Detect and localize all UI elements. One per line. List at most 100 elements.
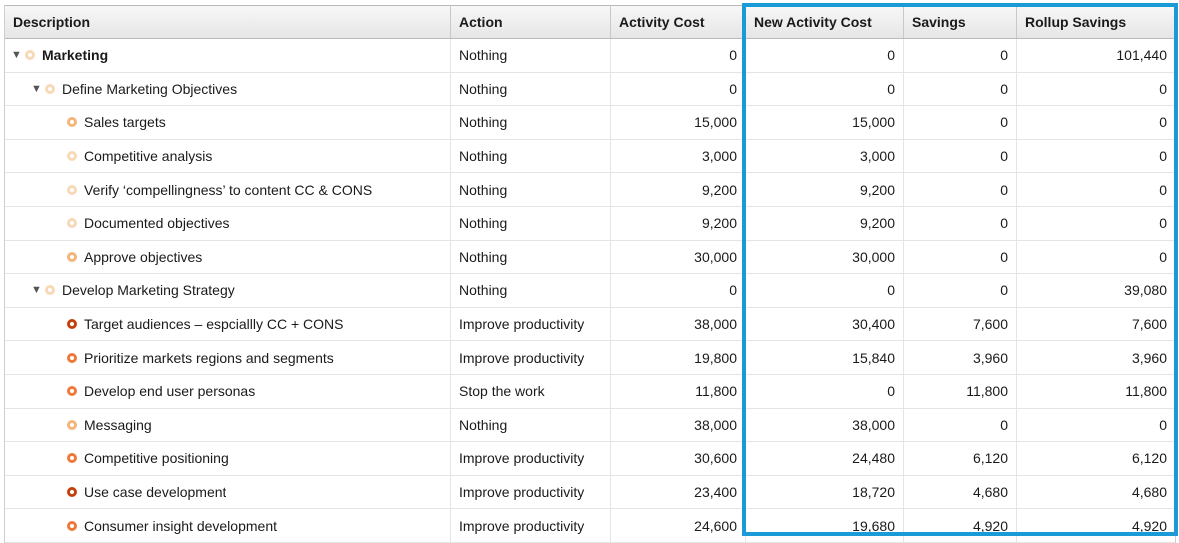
description-label: Competitive analysis <box>84 148 213 165</box>
cell-new-activity-cost[interactable]: 0 <box>746 274 904 307</box>
cell-savings: 0 <box>904 206 1017 240</box>
cell-description: Approve objectives <box>5 240 451 274</box>
table-row[interactable]: Develop end user personas Stop the work 11… <box>5 374 1175 409</box>
cell-description: Documented objectives <box>5 206 451 240</box>
cell-savings: 0 <box>904 274 1017 307</box>
cell-rollup-savings: 0 <box>1159 416 1167 433</box>
cell-description: ▼ Define Marketing Objectives <box>5 72 451 106</box>
cell-new-activity-cost[interactable]: 30,400 <box>746 307 904 341</box>
cell-savings: 6,120 <box>904 442 1017 475</box>
cell-action[interactable]: Nothing <box>451 274 611 307</box>
cell-rollup-savings: 7,600 <box>1131 316 1167 333</box>
cell-savings: 7,600 <box>904 307 1017 341</box>
table-row[interactable]: Competitive analysis Nothing 3,000 3,000 0 0 <box>5 139 1175 174</box>
table-row[interactable]: Target audiences – espciallly CC + CONS I… <box>5 307 1175 342</box>
cell-description: ▼ Marketing <box>5 39 451 72</box>
column-header-activity-cost[interactable]: Activity Cost <box>611 6 746 38</box>
expand-toggle-icon[interactable]: ▼ <box>11 49 25 61</box>
column-header-new-activity-cost[interactable]: New Activity Cost <box>746 6 904 38</box>
cell-action[interactable]: Nothing <box>451 106 611 139</box>
expand-toggle-icon[interactable]: ▼ <box>31 284 45 296</box>
cell-description: Sales targets <box>5 106 451 139</box>
cell-new-activity-cost[interactable]: 24,480 <box>746 442 904 475</box>
cell-activity-cost: 24,600 <box>611 509 746 542</box>
cell-new-activity-cost[interactable]: 19,680 <box>746 509 904 542</box>
column-header-action[interactable]: Action <box>451 6 611 38</box>
table-row[interactable]: Verify ‘compellingness’ to content CC & … <box>5 173 1175 207</box>
cell-new-activity-cost[interactable]: 9,200 <box>746 206 904 240</box>
table-row[interactable]: ▼ Develop Marketing Strategy Nothing 0 0 0 39,… <box>5 274 1175 308</box>
cell-description: Verify ‘compellingness’ to content CC & … <box>5 173 451 206</box>
cell-new-activity-cost[interactable]: 15,840 <box>746 341 904 374</box>
cell-new-activity-cost[interactable]: 15,000 <box>746 106 904 139</box>
cell-rollup-savings: 4,680 <box>1131 484 1167 501</box>
activity-tree-grid: Description Action Activity Cost New Act… <box>4 5 1176 543</box>
status-ring-icon <box>67 487 77 498</box>
table-row[interactable]: Messaging Nothing 38,000 38,000 0 0 <box>5 408 1175 443</box>
cell-new-activity-cost[interactable]: 3,000 <box>746 139 904 173</box>
column-header-savings[interactable]: Savings <box>904 6 1017 38</box>
cell-new-activity-cost[interactable]: 18,720 <box>746 475 904 509</box>
cell-description: Messaging <box>5 408 451 442</box>
cell-action[interactable]: Improve productivity <box>451 442 611 475</box>
table-row[interactable]: Prioritize markets regions and segments I… <box>5 341 1175 375</box>
description-label: Documented objectives <box>84 215 230 232</box>
description-label: Marketing <box>42 47 109 64</box>
cell-activity-cost: 30,600 <box>611 442 746 475</box>
table-row[interactable]: Approve objectives Nothing 30,000 30,000 0 0 <box>5 240 1175 275</box>
table-row[interactable]: ▼ Marketing Nothing 0 0 0 101,440 <box>5 39 1175 73</box>
grid-body: ▼ Marketing Nothing 0 0 0 101,440 ▼ Define Marke… <box>5 39 1175 543</box>
table-row[interactable]: Competitive positioning Improve productiv… <box>5 442 1175 476</box>
cell-action[interactable]: Nothing <box>451 39 611 72</box>
cell-rollup-savings: 11,800 <box>1125 383 1167 400</box>
column-header-rollup-savings[interactable]: Rollup Savings <box>1017 6 1175 38</box>
status-ring-icon <box>67 520 77 531</box>
cell-activity-cost: 9,200 <box>611 173 746 206</box>
cell-rollup-savings: 0 <box>1159 114 1167 131</box>
description-label: Messaging <box>84 416 152 433</box>
cell-rollup-savings: 0 <box>1159 148 1167 165</box>
cell-new-activity-cost[interactable]: 0 <box>746 374 904 408</box>
cell-action[interactable]: Nothing <box>451 139 611 173</box>
status-ring-icon <box>67 184 77 195</box>
table-row[interactable]: ▼ Define Marketing Objectives Nothing 0 0 0 0 <box>5 72 1175 107</box>
description-label: Approve objectives <box>84 248 203 265</box>
cell-rollup-savings: 101,440 <box>1116 47 1167 64</box>
cell-action[interactable]: Nothing <box>451 408 611 442</box>
table-row[interactable]: Use case development Improve productivity… <box>5 475 1175 510</box>
column-header-description[interactable]: Description <box>5 6 451 38</box>
status-ring-icon <box>25 50 35 61</box>
cell-savings: 0 <box>904 139 1017 173</box>
cell-new-activity-cost[interactable]: 0 <box>746 72 904 106</box>
status-ring-icon <box>67 453 77 464</box>
description-label: Define Marketing Objectives <box>62 80 238 97</box>
table-row[interactable]: Sales targets Nothing 15,000 15,000 0 0 <box>5 106 1175 140</box>
expand-toggle-icon[interactable]: ▼ <box>31 83 45 95</box>
cell-new-activity-cost[interactable]: 0 <box>746 39 904 72</box>
status-ring-icon <box>67 117 77 128</box>
cell-action[interactable]: Improve productivity <box>451 341 611 374</box>
cell-action[interactable]: Improve productivity <box>451 509 611 542</box>
cell-action[interactable]: Nothing <box>451 72 611 106</box>
cell-rollup-savings: 3,960 <box>1131 349 1167 366</box>
cell-action[interactable]: Nothing <box>451 240 611 274</box>
cell-activity-cost: 0 <box>611 72 746 106</box>
cell-new-activity-cost[interactable]: 30,000 <box>746 240 904 274</box>
cell-description: Competitive analysis <box>5 139 451 173</box>
cell-action[interactable]: Stop the work <box>451 374 611 408</box>
cell-activity-cost: 23,400 <box>611 475 746 509</box>
cell-action[interactable]: Improve productivity <box>451 475 611 509</box>
cell-action[interactable]: Nothing <box>451 173 611 206</box>
cell-new-activity-cost[interactable]: 38,000 <box>746 408 904 442</box>
cell-savings: 3,960 <box>904 341 1017 374</box>
cell-new-activity-cost[interactable]: 9,200 <box>746 173 904 206</box>
cell-rollup-savings: 0 <box>1159 248 1167 265</box>
description-label: Verify ‘compellingness’ to content CC & … <box>84 181 373 198</box>
cell-action[interactable]: Improve productivity <box>451 307 611 341</box>
cell-action[interactable]: Nothing <box>451 206 611 240</box>
status-ring-icon <box>45 83 55 94</box>
cell-activity-cost: 30,000 <box>611 240 746 274</box>
cell-activity-cost: 11,800 <box>611 374 746 408</box>
status-ring-icon <box>67 319 77 330</box>
table-row[interactable]: Documented objectives Nothing 9,200 9,200 0 0 <box>5 206 1175 241</box>
